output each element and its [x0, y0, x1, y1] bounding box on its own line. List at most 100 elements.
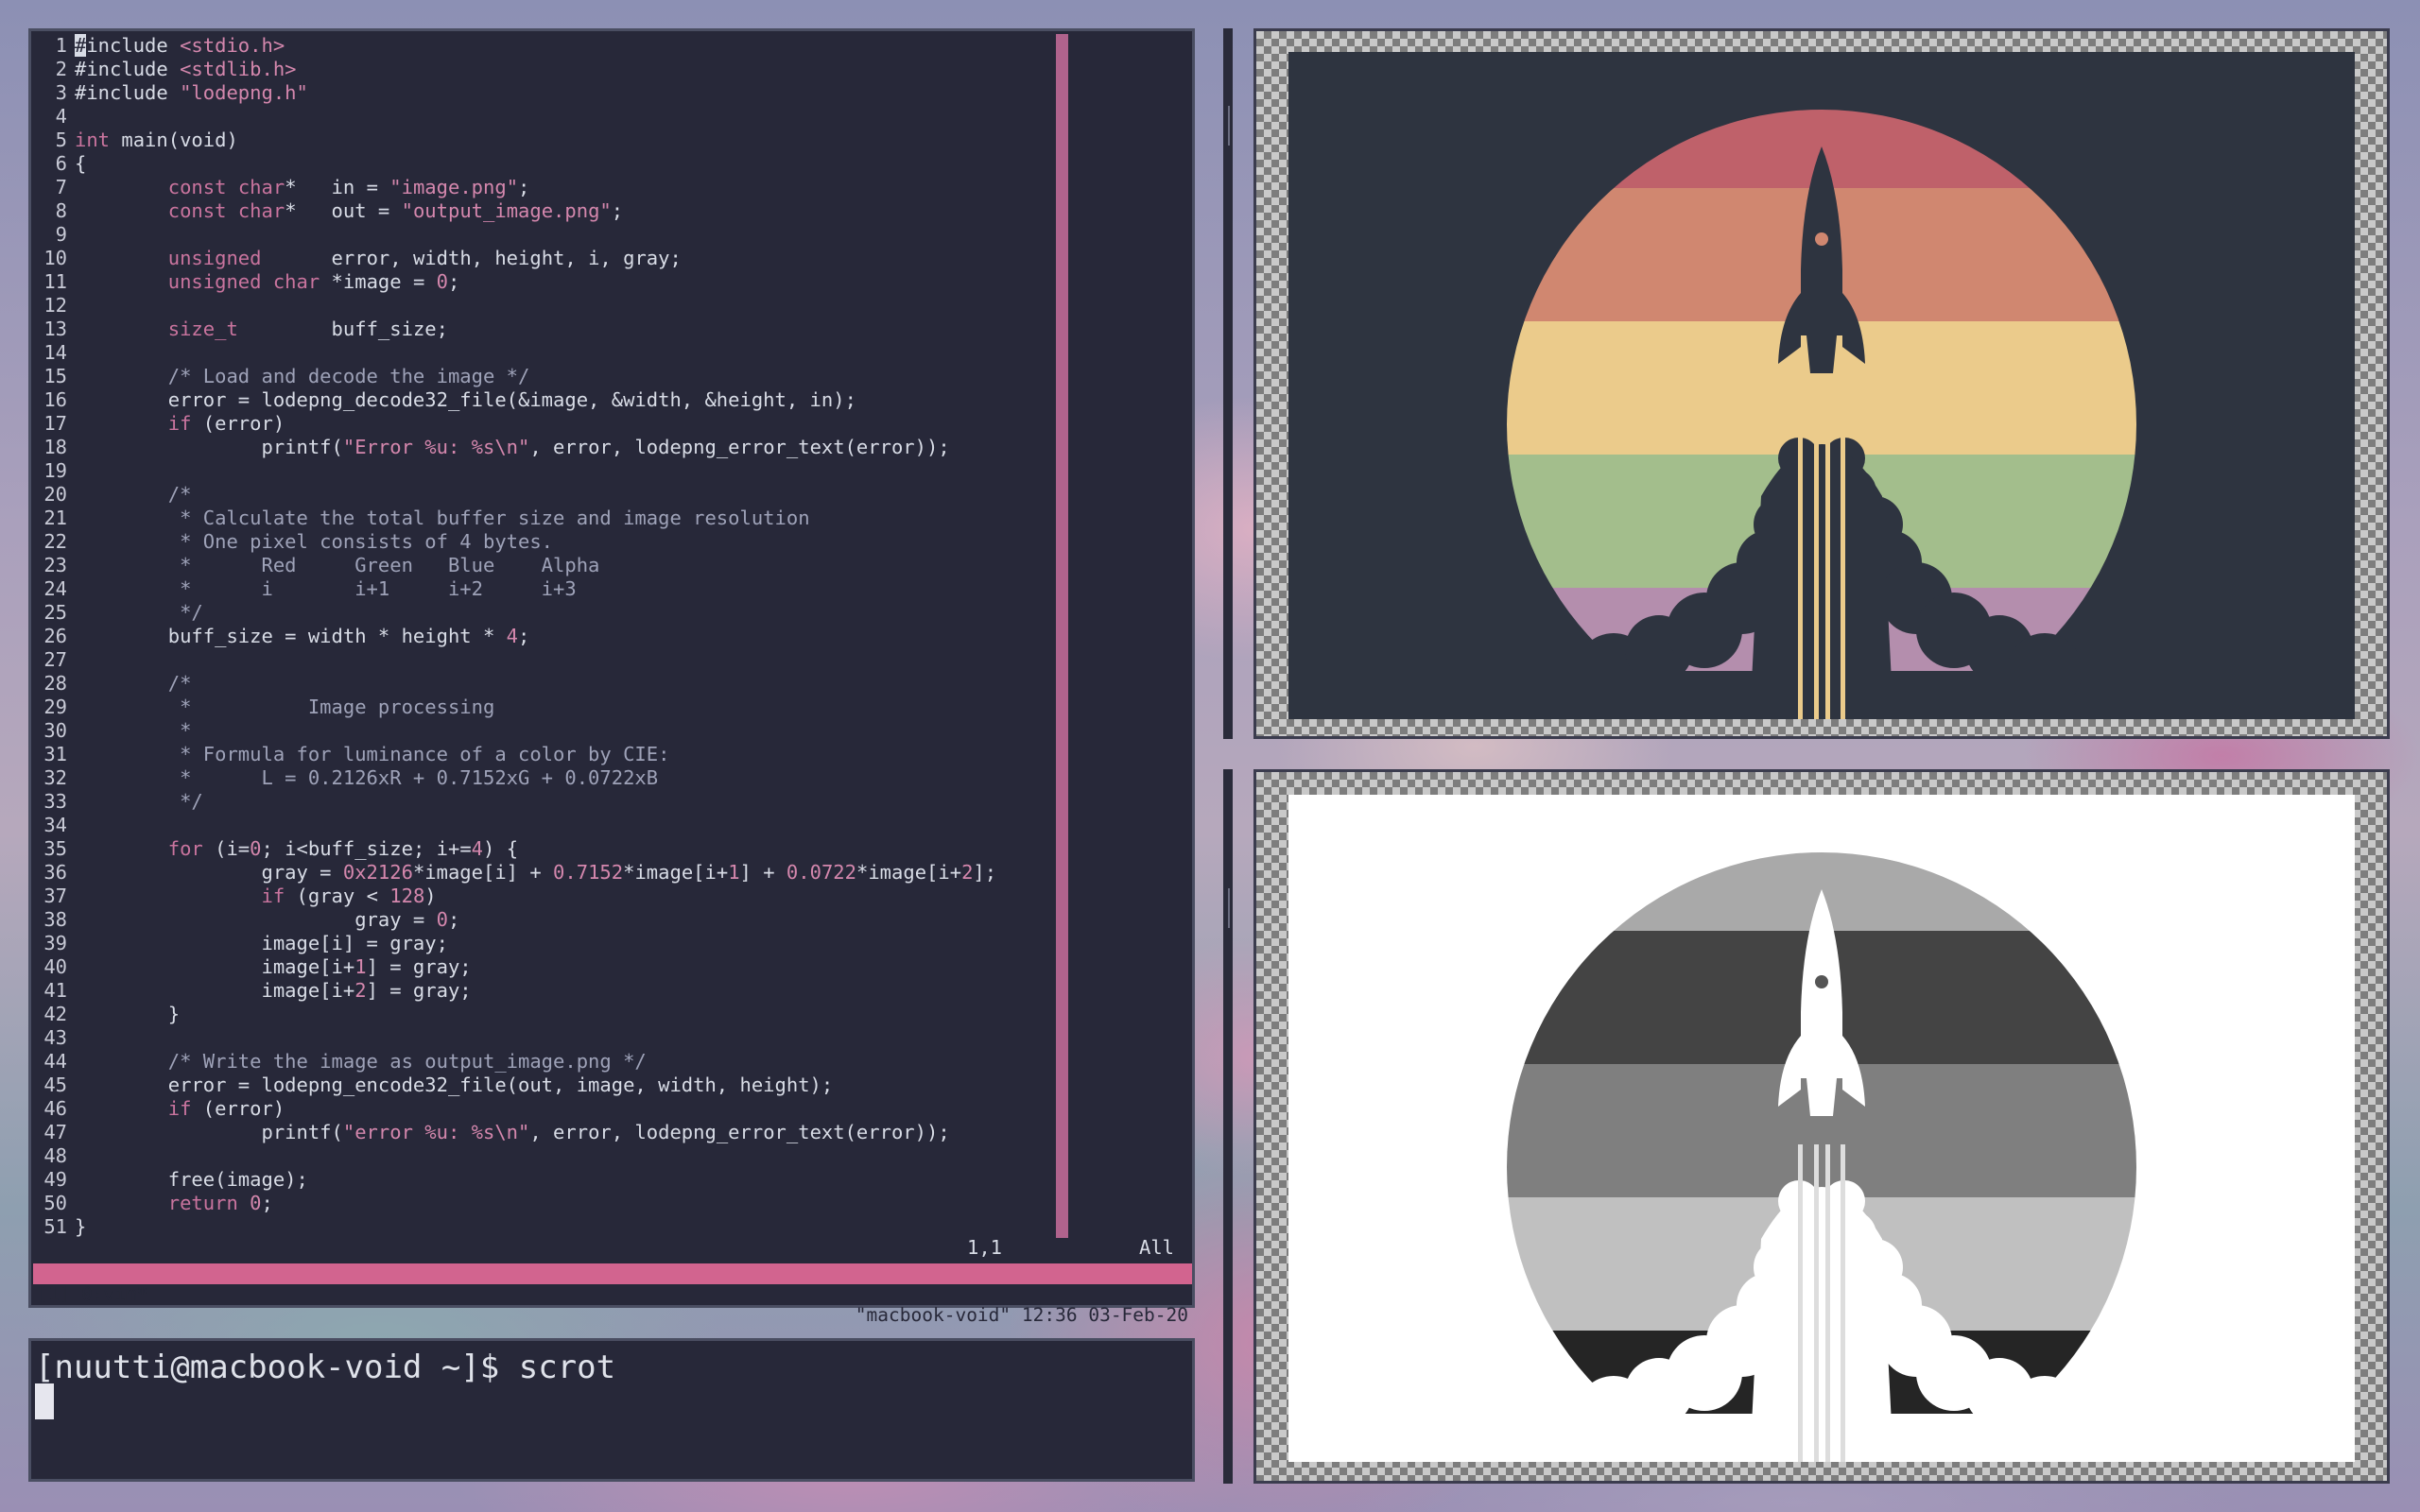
code-line[interactable]: 41 image[i+2] = gray;: [31, 979, 1184, 1003]
divider-handle-top[interactable]: [1228, 106, 1230, 146]
code-line[interactable]: 37 if (gray < 128): [31, 885, 1184, 908]
code-line[interactable]: 43: [31, 1026, 1184, 1050]
terminal-cursor: [35, 1383, 54, 1419]
code-text: * L = 0.2126xR + 0.7152xG + 0.0722xB: [75, 766, 659, 789]
code-line[interactable]: 17 if (error): [31, 412, 1184, 436]
code-text: error = lodepng_decode32_file(&image, &w…: [75, 388, 856, 411]
line-number: 41: [43, 979, 67, 1002]
shell-prompt: [nuutti@macbook-void ~]$ scrot: [35, 1349, 616, 1386]
code-line[interactable]: 28 /*: [31, 672, 1184, 696]
line-number: 34: [43, 814, 67, 836]
code-line[interactable]: 45 error = lodepng_encode32_file(out, im…: [31, 1074, 1184, 1097]
code-line[interactable]: 20 /*: [31, 483, 1184, 507]
code-line[interactable]: 44 /* Write the image as output_image.pn…: [31, 1050, 1184, 1074]
vim-ruler: 1,1 All: [31, 1236, 1184, 1260]
code-line[interactable]: 39 image[i] = gray;: [31, 932, 1184, 955]
code-editor[interactable]: 1 #include <stdio.h> 2 #include <stdlib.h> 3…: [31, 31, 1184, 1262]
code-line[interactable]: 27: [31, 648, 1184, 672]
line-number: 42: [43, 1003, 67, 1025]
code-line[interactable]: 13 size_t buff_size;: [31, 318, 1184, 341]
code-line[interactable]: 21 * Calculate the total buffer size and…: [31, 507, 1184, 530]
line-number: 4: [55, 105, 67, 128]
divider-handle-bottom[interactable]: [1228, 888, 1230, 928]
code-line[interactable]: 32 * L = 0.2126xR + 0.7152xG + 0.0722xB: [31, 766, 1184, 790]
tmux-window-list[interactable]: [1] 0:vim*: [37, 1284, 147, 1305]
line-number: 47: [43, 1121, 67, 1143]
line-number: 14: [43, 341, 67, 364]
code-text: const char* in = "image.png";: [167, 176, 530, 198]
code-text: * Red Green Blue Alpha: [75, 554, 600, 576]
code-line[interactable]: 19: [31, 459, 1184, 483]
vim-terminal-window[interactable]: 1 #include <stdio.h> 2 #include <stdlib.h> 3…: [28, 28, 1195, 1326]
line-number: 37: [43, 885, 67, 907]
code-line[interactable]: 38 gray = 0;: [31, 908, 1184, 932]
code-line[interactable]: 50 return 0;: [31, 1192, 1184, 1215]
code-line[interactable]: 1 #include <stdio.h>: [31, 34, 1184, 58]
code-line[interactable]: 16 error = lodepng_decode32_file(&image,…: [31, 388, 1184, 412]
code-line[interactable]: 10 unsigned error, width, height, i, gra…: [31, 247, 1184, 270]
line-number: 38: [43, 908, 67, 931]
code-line[interactable]: 2 #include <stdlib.h>: [31, 58, 1184, 81]
code-line[interactable]: 18 printf("Error %u: %s\n", error, lodep…: [31, 436, 1184, 459]
shell-terminal-window[interactable]: [nuutti@macbook-void ~]$ scrot: [28, 1338, 1195, 1482]
code-line[interactable]: 49 free(image);: [31, 1168, 1184, 1192]
code-line[interactable]: 14: [31, 341, 1184, 365]
code-line[interactable]: 29 * Image processing: [31, 696, 1184, 719]
code-text: /*: [75, 483, 192, 506]
code-line[interactable]: 24 * i i+1 i+2 i+3: [31, 577, 1184, 601]
scroll-percent: All: [1139, 1236, 1175, 1259]
code-line[interactable]: 4: [31, 105, 1184, 129]
image-viewer-original[interactable]: [1253, 28, 2390, 739]
line-number: 17: [43, 412, 67, 435]
code-line[interactable]: 35 for (i=0; i<buff_size; i+=4) {: [31, 837, 1184, 861]
image-viewer-processed[interactable]: [1253, 769, 2390, 1484]
line-number: 50: [43, 1192, 67, 1214]
line-number: 21: [43, 507, 67, 529]
code-line[interactable]: 15 /* Load and decode the image */: [31, 365, 1184, 388]
code-line[interactable]: 11 unsigned char *image = 0;: [31, 270, 1184, 294]
code-line[interactable]: 6{: [31, 152, 1184, 176]
code-text: buff_size = width * height * 4;: [75, 625, 530, 647]
code-text: unsigned char *image = 0;: [167, 270, 460, 293]
code-line[interactable]: 23 * Red Green Blue Alpha: [31, 554, 1184, 577]
line-number: 28: [43, 672, 67, 695]
code-text: image[i] = gray;: [75, 932, 448, 954]
line-number: 13: [43, 318, 67, 340]
line-number: 11: [43, 270, 67, 293]
code-line[interactable]: 22 * One pixel consists of 4 bytes.: [31, 530, 1184, 554]
code-line[interactable]: 9: [31, 223, 1184, 247]
code-line[interactable]: 5 int main(void): [31, 129, 1184, 152]
line-number: 39: [43, 932, 67, 954]
code-line[interactable]: 7 const char* in = "image.png";: [31, 176, 1184, 199]
line-number: 32: [43, 766, 67, 789]
code-line[interactable]: 8 const char* out = "output_image.png";: [31, 199, 1184, 223]
code-line[interactable]: 40 image[i+1] = gray;: [31, 955, 1184, 979]
code-line[interactable]: 46 if (error): [31, 1097, 1184, 1121]
code-text: /*: [75, 672, 192, 695]
code-text: image[i+2] = gray;: [75, 979, 472, 1002]
tmux-status-bar: [1] 0:vim* "macbook-void" 12:36 03-Feb-2…: [33, 1263, 1192, 1326]
code-line[interactable]: 31 * Formula for luminance of a color by…: [31, 743, 1184, 766]
code-line[interactable]: 42 }: [31, 1003, 1184, 1026]
code-line[interactable]: 3 #include "lodepng.h": [31, 81, 1184, 105]
code-line[interactable]: 47 printf("error %u: %s\n", error, lodep…: [31, 1121, 1184, 1144]
line-number: 30: [43, 719, 67, 742]
line-number: 1: [55, 34, 67, 57]
line-number: 49: [43, 1168, 67, 1191]
line-number: 3: [55, 81, 67, 104]
code-line[interactable]: 36 gray = 0x2126*image[i] + 0.7152*image…: [31, 861, 1184, 885]
line-number: 46: [43, 1097, 67, 1120]
rocket-window: [1815, 975, 1828, 988]
code-line[interactable]: 26 buff_size = width * height * 4;: [31, 625, 1184, 648]
code-line[interactable]: 12: [31, 294, 1184, 318]
line-number: 36: [43, 861, 67, 884]
line-number: 40: [43, 955, 67, 978]
code-line[interactable]: 34: [31, 814, 1184, 837]
code-line[interactable]: 33 */: [31, 790, 1184, 814]
code-line[interactable]: 25 */: [31, 601, 1184, 625]
line-number: 8: [55, 199, 67, 222]
window-divider-bottom[interactable]: [1223, 769, 1233, 1484]
line-number: 23: [43, 554, 67, 576]
code-line[interactable]: 30 *: [31, 719, 1184, 743]
code-line[interactable]: 48: [31, 1144, 1184, 1168]
